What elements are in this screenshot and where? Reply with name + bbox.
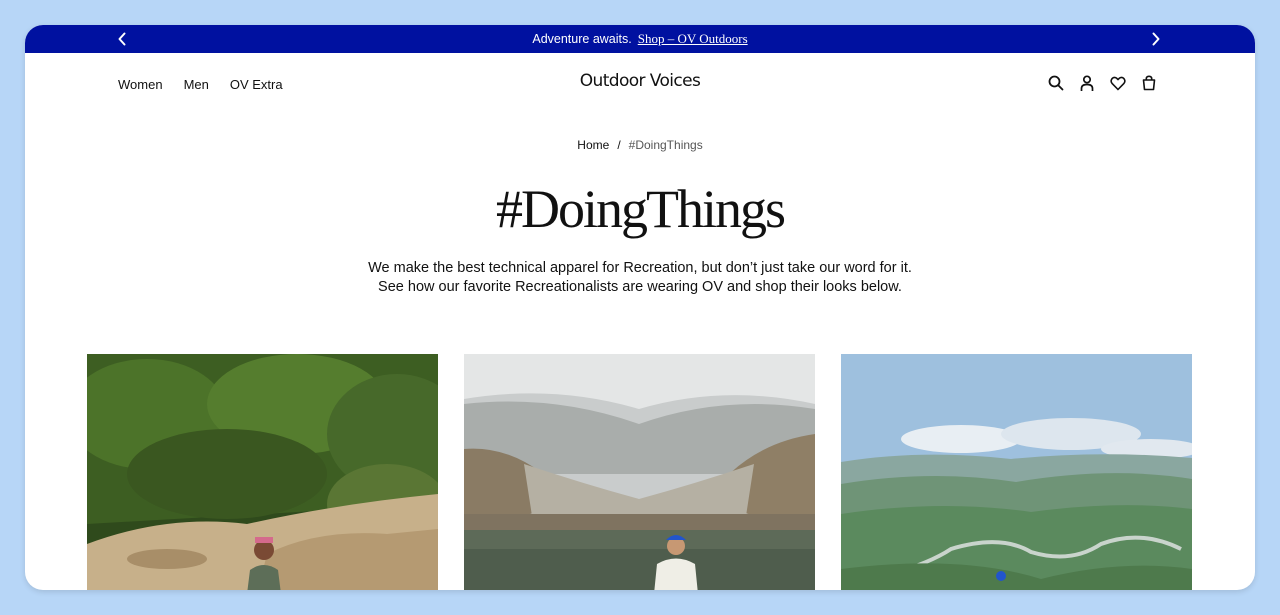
next-announcement-button[interactable] [1142,25,1170,53]
breadcrumb-home[interactable]: Home [577,138,609,152]
announcement-text: Adventure awaits. [532,32,632,46]
account-button[interactable] [1078,73,1096,93]
announcement-link[interactable]: Shop – OV Outdoors [638,31,748,47]
page-title: #DoingThings [495,179,786,239]
shopping-bag-icon [1142,75,1156,91]
breadcrumb: Home / #DoingThings [25,138,1255,152]
heart-icon [1110,76,1126,90]
ugc-photo-river-valley[interactable] [841,354,1192,590]
ugc-photo-glacier-lake[interactable] [464,354,815,590]
page-description: We make the best technical apparel for R… [25,259,1255,297]
chevron-left-icon [118,32,126,46]
breadcrumb-current: #DoingThings [628,138,703,152]
breadcrumb-separator: / [617,138,621,152]
account-icon [1080,74,1094,91]
site-header: Women Men OV Extra Outdoor Voices [25,53,1255,115]
search-button[interactable] [1047,73,1065,93]
header-actions [1047,73,1158,93]
ugc-photo-forest-hike[interactable] [87,354,438,590]
search-icon [1048,75,1064,91]
announcement-bar: Adventure awaits. Shop – OV Outdoors [25,25,1255,53]
description-line-1: We make the best technical apparel for R… [368,260,912,276]
chevron-right-icon [1152,32,1160,46]
description-line-2: See how our favorite Recreationalists ar… [378,279,902,295]
previous-announcement-button[interactable] [108,25,136,53]
browser-window: Adventure awaits. Shop – OV Outdoors Wom… [25,25,1255,590]
bag-button[interactable] [1140,73,1158,93]
wishlist-button[interactable] [1109,73,1127,93]
